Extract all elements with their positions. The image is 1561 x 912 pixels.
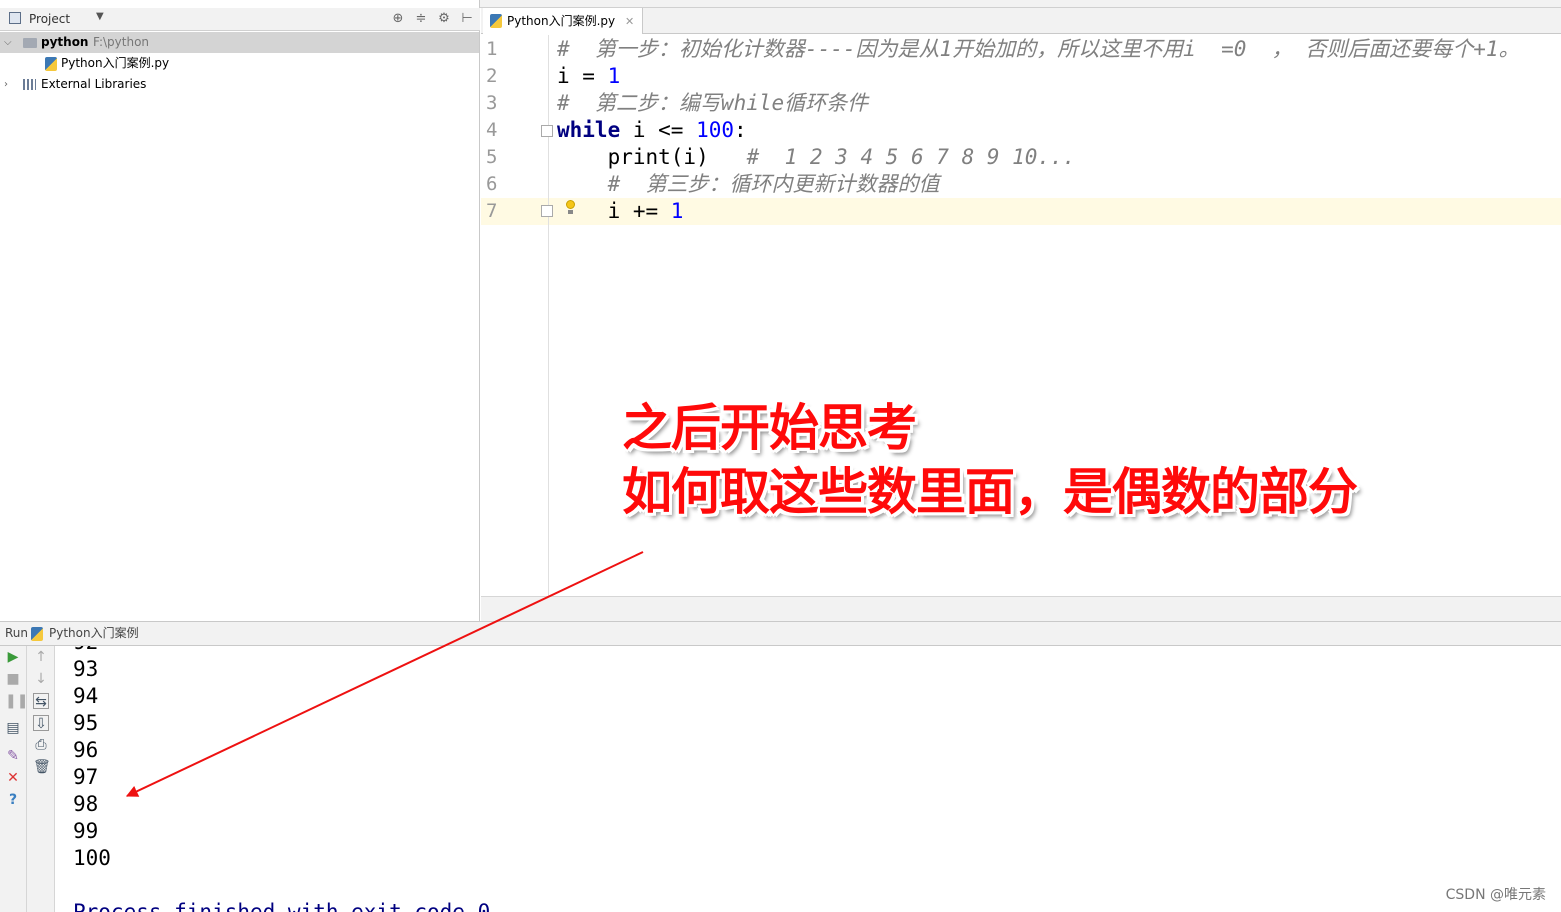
fold-end-icon[interactable] [541,205,553,217]
tree-item-label: python [41,35,89,49]
project-panel-title[interactable]: Project [29,12,70,26]
code-line[interactable]: # 第三步：循环内更新计数器的值 [557,171,940,198]
tree-item-label: Python入门案例.py [61,56,170,70]
code-token: i = [557,64,608,88]
gear-icon[interactable]: ⚙ [437,11,451,26]
code-line[interactable]: i = 1 [557,63,620,90]
pin-icon[interactable]: ✎ [5,748,21,764]
run-label[interactable]: Run [5,622,28,645]
console-line: 93 [73,657,99,681]
tree-item-file[interactable]: Python入门案例.py [0,53,479,74]
project-icon [9,12,21,24]
project-panel: Project ▼ ⊕ ≑ ⚙ ⊢ ⌵ python F:\python Pyt… [0,0,480,621]
line-number: 6 [486,173,498,195]
console-line: 100 [73,846,111,870]
stop-icon[interactable]: ■ [5,671,21,687]
console-line: 94 [73,684,99,708]
close-icon[interactable]: ✕ [625,15,634,28]
code-token: : [734,118,747,142]
line-number: 1 [486,38,498,60]
code-token: print(i) [557,145,747,169]
close-icon[interactable]: ✕ [5,770,21,786]
code-token: # 第二步：编写while循环条件 [557,91,869,115]
console-output[interactable] [56,646,1561,912]
console-line: 95 [73,711,99,735]
line-number: 2 [486,65,498,87]
code-line[interactable]: # 第二步：编写while循环条件 [557,90,868,117]
code-token: 100 [696,118,735,142]
code-line[interactable]: while i <= 100: [557,117,747,144]
run-toolbar-secondary: ↑ ↓ ⇆ ⇩ ⎙ 🗑 [27,646,55,912]
watermark: CSDN @唯元素 [1445,887,1546,903]
tab-label: Python入门案例.py [507,14,616,28]
console-line: 97 [73,765,99,789]
library-icon [23,79,36,90]
chevron-down-icon[interactable]: ▼ [96,11,104,22]
tree-item-libraries[interactable]: › External Libraries [0,74,479,95]
soft-wrap-icon[interactable]: ⇆ [33,693,49,710]
annotation-line-2: 如何取这些数里面，是偶数的部分 [622,463,1358,521]
python-file-icon [31,627,43,641]
code-token: while [557,118,621,142]
project-toolbar: ⊕ ≑ ⚙ ⊢ [391,11,474,26]
python-file-icon [45,57,57,71]
arrow-up-icon[interactable]: ↑ [33,649,49,665]
annotation-line-1: 之后开始思考 [622,399,917,457]
lightbulb-icon[interactable] [565,200,576,215]
hide-icon[interactable]: ⊢ [460,11,474,26]
tree-item-path: F:\python [93,35,150,49]
scroll-to-end-icon[interactable]: ⇩ [33,715,49,732]
line-number: 5 [486,146,498,168]
project-panel-header: Project ▼ ⊕ ≑ ⚙ ⊢ [0,8,480,31]
python-file-icon [490,14,502,28]
locate-icon[interactable]: ⊕ [391,11,405,26]
editor-tab-bar: Python入门案例.py ✕ [481,8,1561,34]
console-line: 99 [73,819,99,843]
layout-icon[interactable]: ▤ [5,720,21,736]
run-panel-header: Run Python入门案例 [0,621,1561,646]
chevron-down-icon[interactable]: ⌵ [4,32,12,53]
fold-marker-icon[interactable] [541,125,553,137]
code-token: 1 [607,64,621,88]
collapse-icon[interactable]: ≑ [414,11,428,26]
line-number: 7 [486,200,498,222]
code-token: # 1 2 3 4 5 6 7 8 9 10... [746,145,1076,169]
exit-message: Process finished with exit code 0 [73,900,491,912]
print-icon[interactable]: ⎙ [33,737,49,753]
line-number: 3 [486,92,498,114]
tab-python-file[interactable]: Python入门案例.py ✕ [483,8,644,34]
help-icon[interactable]: ? [5,792,21,808]
console-line: 98 [73,792,99,816]
tree-item-python[interactable]: ⌵ python F:\python [0,32,479,53]
code-token: i <= [620,118,697,142]
code-token: 1 [670,199,684,223]
pause-icon[interactable]: ❚❚ [5,693,28,709]
editor-bottom-bar [481,596,1561,621]
tree-item-label: External Libraries [41,77,147,91]
code-token: # 第三步：循环内更新计数器的值 [607,172,940,196]
code-line[interactable]: # 第一步：初始化计数器----因为是从1开始加的，所以这里不用i =0 ， 否… [557,36,1520,63]
chevron-right-icon[interactable]: › [4,74,8,95]
folder-icon [23,38,37,48]
console-line: 96 [73,738,99,762]
run-toolbar-primary: ▶ ■ ❚❚ ▤ ✎ ✕ ? [0,646,28,912]
play-icon[interactable]: ▶ [5,649,21,665]
run-config-name[interactable]: Python入门案例 [49,622,139,645]
trash-icon[interactable]: 🗑 [33,759,51,775]
code-line[interactable]: print(i) # 1 2 3 4 5 6 7 8 9 10... [557,144,1076,171]
line-number: 4 [486,119,498,141]
arrow-down-icon[interactable]: ↓ [33,671,49,687]
code-token: # 第一步：初始化计数器----因为是从1开始加的，所以这里不用i =0 ， 否… [557,37,1520,61]
